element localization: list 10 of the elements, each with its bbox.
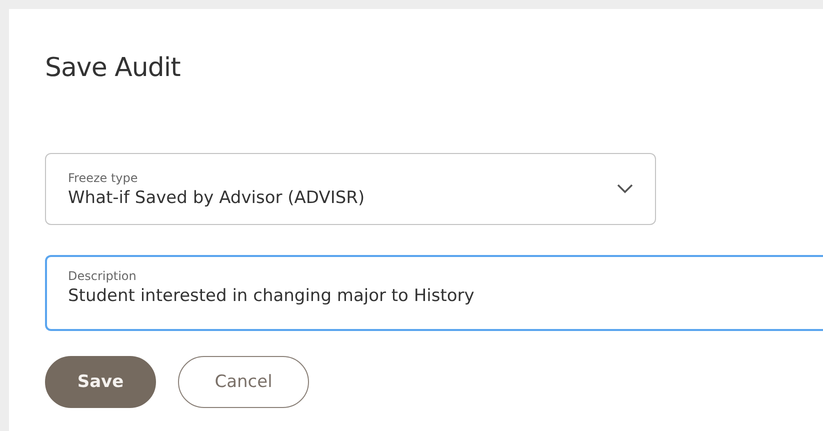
description-input[interactable]: Student interested in changing major to History — [68, 286, 768, 306]
cancel-button[interactable]: Cancel — [178, 356, 309, 408]
dialog-title: Save Audit — [45, 53, 182, 83]
field-label: Description — [68, 269, 138, 283]
select-value: What-if Saved by Advisor (ADVISR) — [68, 188, 366, 208]
chevron-down-icon — [617, 184, 633, 194]
freeze-type-select[interactable]: Freeze type What-if Saved by Advisor (ADVISR) — [45, 153, 656, 225]
field-label: Freeze type — [68, 170, 139, 184]
save-button[interactable]: Save — [45, 356, 156, 408]
description-field[interactable]: Description Student interested in changing major to History — [45, 255, 823, 331]
